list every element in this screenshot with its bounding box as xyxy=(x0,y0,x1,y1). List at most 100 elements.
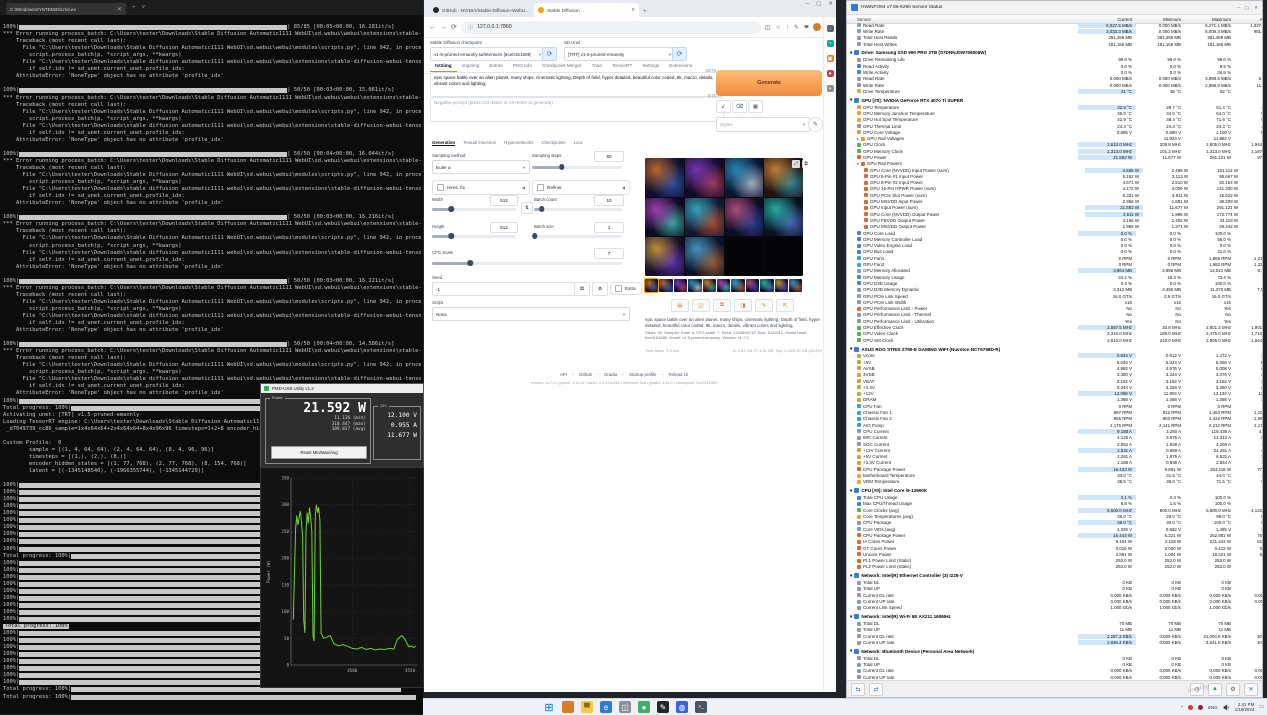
subtab-textual-inversion[interactable]: Textual Inversion xyxy=(463,140,496,145)
gallery-thumbnail[interactable] xyxy=(789,279,802,292)
sensor-row[interactable]: GPU Fan20 RPM0 RPM1,982 RPM1,225 RPM xyxy=(847,261,1262,267)
tab-img2img[interactable]: img2img xyxy=(457,61,485,72)
batch-size-value[interactable]: 1 xyxy=(594,222,624,233)
sensor-row[interactable]: GPU 16-Pin HPWR Power (sum)4.172 W4.009 … xyxy=(847,186,1262,192)
sampling-method-dropdown[interactable]: Euler a▼ xyxy=(432,160,530,174)
random-seed-button[interactable]: ⚄ xyxy=(574,282,590,296)
expand-gallery-button[interactable]: ⧉ xyxy=(802,160,810,168)
sensor-row[interactable]: Write Activity0.0 %0.0 %34.5 %0.4 % xyxy=(847,69,1262,75)
sensor-row[interactable]: GPU Core (NVVDD) Output Power2.511 W1.99… xyxy=(847,211,1262,217)
sidebar-add-icon[interactable]: + xyxy=(827,85,834,92)
sensor-row[interactable]: Total DL0 KB0 KB0 KB xyxy=(847,655,1262,661)
sensor-row[interactable]: Core VIDs (avg)1.329 V0.662 V1.465 V1.18… xyxy=(847,526,1262,532)
sensor-row[interactable]: Chassis Fan 2955 RPM903 RPM1,422 RPM1,08… xyxy=(847,416,1262,422)
cfg-scale-value[interactable]: 7 xyxy=(594,248,624,259)
tray-overflow-caret[interactable]: ^ xyxy=(1181,705,1183,710)
refresh-unet-button[interactable]: ⟳ xyxy=(672,47,687,61)
sensor-row[interactable]: GPU Video Engine Load0.0 %0.0 %0.0 %0.0 … xyxy=(847,243,1262,249)
sensor-row[interactable]: GT Cores Power0.016 W0.000 W0.412 W0.088… xyxy=(847,545,1262,551)
hires-fix-checkbox[interactable]: Hires. fix◀ xyxy=(432,180,530,195)
width-value[interactable]: 512 xyxy=(490,195,518,206)
sensor-row[interactable]: Core Temperatures (avg)36.0 °C28.0 °C99.… xyxy=(847,513,1262,519)
sensor-row[interactable]: Total UP0 KB0 KB0 KB xyxy=(847,586,1262,592)
sensor-row[interactable]: +3.3V Current1.188 A0.938 A2.844 A1.504 … xyxy=(847,460,1262,466)
gallery-thumbnail[interactable] xyxy=(703,279,716,292)
sensor-row[interactable]: PL1 Power Limit (Static)253.0 W253.0 W25… xyxy=(847,557,1262,563)
refresh-checkpoints-button[interactable]: ⟳ xyxy=(542,47,557,61)
sensor-row[interactable]: GPU Core Load0.0 %0.0 %100.0 %46.8 % xyxy=(847,230,1262,236)
subtab-hypernetworks[interactable]: Hypernetworks xyxy=(504,140,533,145)
checkpoint-dropdown[interactable]: v1-5-pruned-emaonly.safetensors [6ce0161… xyxy=(430,47,546,61)
sensor-row[interactable]: Drive Remaining Life99.0 %99.0 %99.0 %99… xyxy=(847,57,1262,63)
clock[interactable]: 2:41 PM 1/19/2024 xyxy=(1235,702,1255,713)
scroll-top-button[interactable]: ▲ xyxy=(1208,683,1222,696)
hwinfo-window[interactable]: HWiNFO64 v7.66-5290 Sensor Status ─ ▢ ✕ … xyxy=(846,0,1263,698)
sampling-steps-value[interactable]: 50 xyxy=(594,151,624,162)
sensor-row[interactable]: GPU Bus Load0.0 %0.0 %21.0 %4.2 % xyxy=(847,249,1262,255)
power-graph-window[interactable]: 05010015020025030035045004550Power (W) xyxy=(260,467,424,688)
sidebar-copilot-icon[interactable]: ◔ xyxy=(827,40,834,47)
sensor-row[interactable]: Total UP11 MB11 MB11 MB xyxy=(847,627,1262,633)
clear-prompt-button[interactable]: ⌫ xyxy=(732,100,747,113)
generate-button[interactable]: Generate xyxy=(716,70,822,96)
reuse-seed-button[interactable]: ♻ xyxy=(592,282,608,296)
open-folder-button[interactable]: ▤ xyxy=(671,299,689,312)
taskbar-notepad[interactable]: ✎ xyxy=(657,701,669,713)
taskbar-file-explorer[interactable]: ▀ xyxy=(581,701,593,713)
sensor-row[interactable]: IA Cores Power9.104 W2.118 W221.443 W61.… xyxy=(847,539,1262,545)
tab-tensorrt[interactable]: TensorRT xyxy=(607,61,637,72)
sensor-row[interactable]: Read Activity0.0 %0.0 %9.5 %0.1 % xyxy=(847,63,1262,69)
sensor-row[interactable]: GPU Memory Clock1,313.0 MHz101.3 MHz1,31… xyxy=(847,148,1262,154)
send-to-inpaint-button[interactable]: ✎ xyxy=(755,299,773,312)
height-value[interactable]: 512 xyxy=(490,222,518,233)
sensor-row[interactable]: GPU Memory Usage24.2 %18.3 %73.4 %49.5 % xyxy=(847,274,1262,280)
save-image-button[interactable]: ◫ xyxy=(692,299,710,312)
sensor-row[interactable]: GPU D3D Memory Dynamic3,312 MB2,455 MB11… xyxy=(847,287,1262,293)
gallery-image[interactable] xyxy=(645,158,684,197)
tab-checkpoint-merger[interactable]: Checkpoint Merger xyxy=(537,61,587,72)
new-tab-button[interactable]: + xyxy=(643,9,647,15)
sensor-row[interactable]: Write Rate3,033.3 MB/s0.000 MB/s5,008.3 … xyxy=(847,28,1262,34)
sensor-row[interactable]: GPU Core Voltage0.885 V0.880 V1.100 V0.9… xyxy=(847,129,1262,135)
downloads-button[interactable]: ↓ xyxy=(786,24,789,31)
sensor-row[interactable]: Current Link Speed1.000 Gb/s1.000 Gb/s1.… xyxy=(847,605,1262,611)
swap-dimensions-button[interactable]: ⇅ xyxy=(521,202,533,214)
footer-link-startup-profile[interactable]: Startup profile xyxy=(629,372,656,377)
sensor-row[interactable]: GPU Thermal Limit24.3 °C24.3 °C24.3 °C24… xyxy=(847,123,1262,129)
sensor-row[interactable]: +12V Current1.531 A0.969 A24.281 A8.114 … xyxy=(847,447,1262,453)
gallery-image[interactable] xyxy=(685,237,724,276)
sensor-row[interactable]: GPU Power21.592 W11.677 W291.121 W97.383… xyxy=(847,154,1262,160)
sensor-row[interactable]: Uncore Power2.881 W1.004 W18.221 W6.412 … xyxy=(847,551,1262,557)
reset-minmax-button[interactable]: Reset Min/Max/Avg xyxy=(271,446,367,459)
refresh-icon[interactable]: ⟳ xyxy=(451,23,457,31)
gallery-image[interactable] xyxy=(685,158,724,197)
sensor-row[interactable]: GPU 8-Pin #1 Input Power5.152 W3.113 W95… xyxy=(847,173,1262,179)
sensor-row[interactable]: Current DL rate0.000 KB/s0.000 KB/s0.000… xyxy=(847,668,1262,674)
sd-unet-dropdown[interactable]: [TRT] v1-5-pruned-emaonly▼ xyxy=(564,47,676,61)
sensor-row[interactable]: Current DL rate0.000 KB/s0.000 KB/s0.000… xyxy=(847,592,1262,598)
sensor-row[interactable]: Chassis Fan 1987 RPM912 RPM1,453 RPM1,10… xyxy=(847,409,1262,415)
sensor-row[interactable]: Total Host Writes181,166 MB181,166 MB181… xyxy=(847,41,1262,47)
browser-tab-stable-diffusion[interactable]: Stable Diffusion ✕ xyxy=(534,3,639,17)
sensor-row[interactable]: GPU Fan10 RPM0 RPM1,966 RPM1,213 RPM xyxy=(847,255,1262,261)
sensor-row[interactable]: Total DL70 MB70 MB70 MB xyxy=(847,621,1262,627)
sensor-group-header[interactable]: ▾ Network: Intel(R) Wi-Fi 6E AX211 160MH… xyxy=(847,613,1262,621)
tab-settings[interactable]: Settings xyxy=(637,61,664,72)
sidebar-search-icon[interactable]: ◌ xyxy=(827,25,834,32)
gallery-image[interactable] xyxy=(764,198,803,237)
sensor-row[interactable]: Total CPU Usage2.1 %0.3 %100.0 %38.4 % xyxy=(847,494,1262,500)
close-button[interactable]: ✕ xyxy=(1254,5,1258,11)
minimize-button[interactable]: ─ xyxy=(805,1,809,7)
save-zip-button[interactable]: ⧉ xyxy=(713,299,731,312)
tab-extras[interactable]: Extras xyxy=(484,61,507,72)
sensor-row[interactable]: Current UP rate0.000 KB/s0.000 KB/s0.000… xyxy=(847,598,1262,604)
taskbar-edge[interactable]: e xyxy=(600,701,612,713)
gallery-thumbnail[interactable] xyxy=(717,279,730,292)
tab-close-icon[interactable]: ✕ xyxy=(631,7,635,13)
sensor-layout-button[interactable]: ⇆ xyxy=(851,683,865,696)
maximize-button[interactable]: ▢ xyxy=(816,1,821,7)
tray-hwinfo-icon[interactable] xyxy=(1188,705,1193,710)
sensor-row[interactable]: VBAT3.152 V3.152 V3.152 V3.152 V xyxy=(847,378,1262,384)
width-slider[interactable] xyxy=(432,208,516,211)
sensor-row[interactable]: Core Clocks (avg)5,500.0 MHz800.0 MHz5,8… xyxy=(847,507,1262,513)
